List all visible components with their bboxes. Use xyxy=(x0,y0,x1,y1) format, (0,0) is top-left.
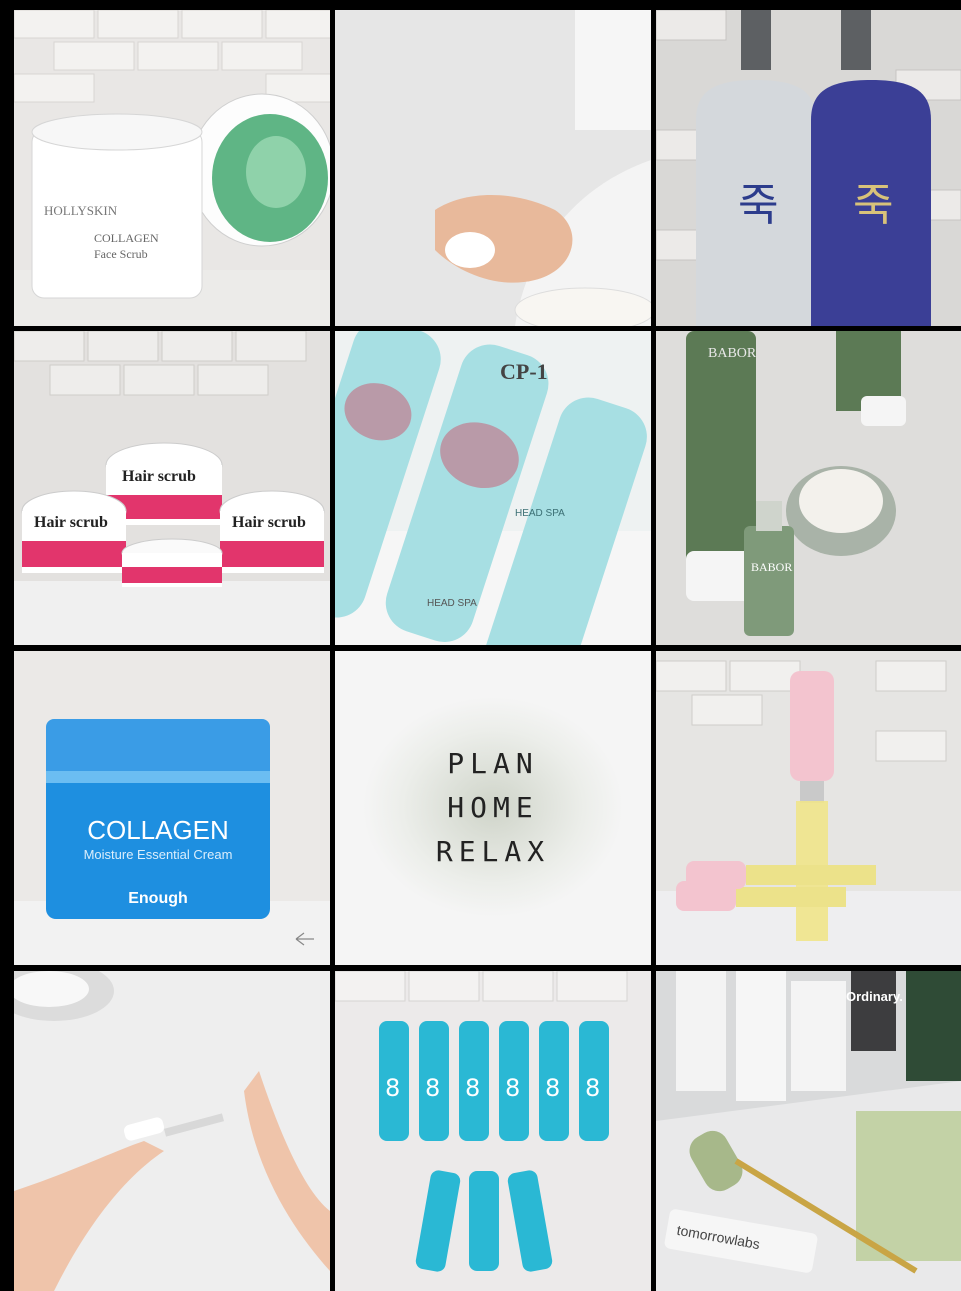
tile-tomorrowlabs-jade-roller[interactable]: Ordinary. tomorrowlabs xyxy=(656,971,961,1291)
collagen-label: COLLAGEN xyxy=(87,815,229,845)
ampoule-label-1: 8 xyxy=(385,1074,400,1102)
tile-cp1-head-spa[interactable]: CP-1 HEAD SPA HEAD SPA xyxy=(335,331,651,645)
hand-cream-image xyxy=(335,10,651,326)
jade-roller-image: Ordinary. tomorrowlabs xyxy=(656,971,961,1291)
head-spa-label-1: HEAD SPA xyxy=(515,508,565,519)
shampoo-bottles-image: 죽 죽 xyxy=(656,10,961,326)
tile-hair-oil-ampoules[interactable] xyxy=(656,651,961,965)
ampoule-label-5: 8 xyxy=(545,1074,560,1102)
head-spa-label-2: HEAD SPA xyxy=(427,598,477,609)
hair-scrub-label-2: Hair scrub xyxy=(34,514,108,531)
hollyskin-brand-text: HOLLYSKIN xyxy=(44,203,118,218)
tile-babor-products[interactable]: BABOR BABOR xyxy=(656,331,961,645)
plan-text: PLAN xyxy=(447,747,539,780)
hollyskin-scrub-image: HOLLYSKIN COLLAGEN Face Scrub xyxy=(14,10,330,326)
hair-scrub-image: Hair scrub Hair scrub Hair scrub xyxy=(14,331,330,645)
ampoule-label-4: 8 xyxy=(505,1074,520,1102)
moisture-cream-label: Moisture Essential Cream xyxy=(84,847,233,862)
home-text: HOME xyxy=(447,791,539,824)
ampoule-label-6: 8 xyxy=(585,1074,600,1102)
ordinary-label: Ordinary. xyxy=(846,989,903,1004)
tile-masil-hair-ampoules[interactable]: 8 8 8 8 8 8 xyxy=(335,971,651,1291)
photo-grid: HOLLYSKIN COLLAGEN Face Scrub 죽 죽 Hair s… xyxy=(0,0,961,1291)
hair-scrub-label-1: Hair scrub xyxy=(122,468,196,485)
svg-text:죽: 죽 xyxy=(853,180,893,231)
tile-hollyskin-collagen-face-scrub[interactable]: HOLLYSKIN COLLAGEN Face Scrub xyxy=(14,10,330,326)
tile-hair-scrub-jars[interactable]: Hair scrub Hair scrub Hair scrub xyxy=(14,331,330,645)
head-spa-image: CP-1 HEAD SPA HEAD SPA xyxy=(335,331,651,645)
ampoules-image: 8 8 8 8 8 8 xyxy=(335,971,651,1291)
hair-oil-image xyxy=(656,651,961,965)
enough-cream-image: COLLAGEN Moisture Essential Cream Enough xyxy=(14,651,330,965)
svg-text:죽: 죽 xyxy=(738,180,778,231)
face-scrub-text: Face Scrub xyxy=(94,247,148,261)
tile-hands-with-dropper[interactable] xyxy=(14,971,330,1291)
ampoule-label-2: 8 xyxy=(425,1074,440,1102)
tile-plan-home-relax[interactable]: PLAN HOME RELAX xyxy=(335,651,651,965)
relax-text: RELAX xyxy=(435,835,551,868)
ampoule-label-3: 8 xyxy=(465,1074,480,1102)
babor-image: BABOR BABOR xyxy=(656,331,961,645)
collagen-text: COLLAGEN xyxy=(94,231,159,245)
hair-scrub-label-3: Hair scrub xyxy=(232,514,306,531)
tile-hand-with-cream[interactable] xyxy=(335,10,651,326)
cp1-label: CP-1 xyxy=(500,359,548,384)
tile-daeng-gi-meo-ri-shampoos[interactable]: 죽 죽 xyxy=(656,10,961,326)
babor-label-2: BABOR xyxy=(751,560,792,574)
enough-brand-label: Enough xyxy=(128,890,188,907)
dropper-image xyxy=(14,971,330,1291)
babor-label-1: BABOR xyxy=(708,346,757,361)
tile-enough-collagen-cream[interactable]: COLLAGEN Moisture Essential Cream Enough xyxy=(14,651,330,965)
